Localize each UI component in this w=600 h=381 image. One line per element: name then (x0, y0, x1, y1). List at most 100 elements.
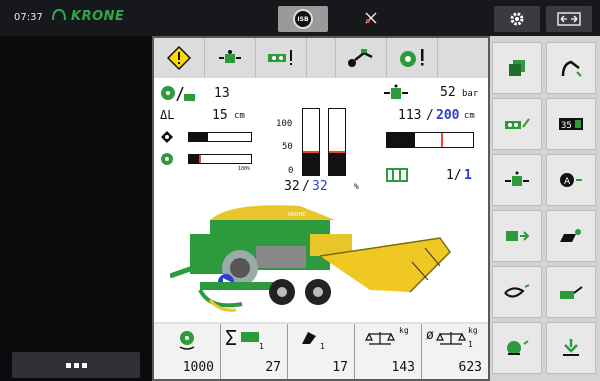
gear-icon (510, 12, 524, 26)
isb-icon: ISB (293, 9, 313, 29)
gauge-tick-50: 50 (282, 142, 293, 152)
reset-bale-icon (179, 331, 195, 350)
fill-unit: % (354, 182, 359, 191)
left-panel (0, 36, 152, 381)
length-target-unit: cm (464, 111, 475, 121)
length-unit: cm (234, 111, 245, 121)
bale-count-value: 13 (214, 86, 230, 101)
chute-button[interactable] (546, 266, 596, 318)
status-icon-row (154, 38, 488, 78)
knife-icon (561, 60, 582, 77)
bale-stack-button[interactable] (492, 42, 542, 94)
bale-eject-icon (506, 231, 530, 241)
bar-scale-label: 100% (238, 166, 251, 172)
gauge-tick-0: 0 (288, 166, 294, 176)
length-actual: 113 (398, 108, 422, 123)
right-button-panel: 35 A (490, 36, 600, 381)
fill-gauge-left (302, 108, 320, 176)
sensor-status-cell[interactable] (205, 38, 257, 78)
knotter-warning-cell[interactable] (256, 38, 308, 78)
knotter-settings-icon: A (560, 173, 582, 187)
isb-button[interactable]: ISB (278, 6, 328, 32)
knotter-icon (386, 168, 408, 182)
knotter-total: 1 (464, 168, 472, 183)
sum-sub: 1 (259, 342, 264, 351)
swap-arrows-icon (557, 12, 581, 26)
pickup-button[interactable] (492, 266, 542, 318)
avg-weight-unit: kg (468, 326, 478, 335)
cut-icon (302, 332, 316, 344)
hitch-cell[interactable] (336, 38, 387, 78)
delta-length-icon: ΔL (160, 108, 175, 122)
pressure-value: 52 (440, 85, 456, 100)
bale-eject-button[interactable] (492, 210, 542, 262)
length-value: 15 (212, 108, 228, 123)
screen-switch-button[interactable] (546, 6, 592, 32)
scale-icon (365, 332, 395, 345)
tension-icon (161, 131, 173, 143)
hitch-icon (347, 49, 373, 67)
counter-row: 1000 Σ 1 27 1 17 kg 143 ø kg 1 623 (154, 322, 488, 379)
counter-cut-value: 17 (332, 360, 348, 375)
gauge-tick-100: 100 (276, 119, 293, 129)
mute-icon[interactable] (360, 7, 382, 29)
sensor-icon (563, 339, 579, 356)
pickup-icon (504, 284, 530, 298)
rotor-warning-cell[interactable] (387, 38, 438, 78)
knotter-warning-icon (268, 50, 293, 65)
lubrication-icon (560, 229, 581, 242)
svg-text:A: A (564, 177, 571, 187)
avg-weight-sub: 1 (468, 340, 473, 349)
pressure-settings-icon (505, 171, 529, 186)
warning-icon (167, 46, 192, 70)
counter-total-bales[interactable]: 1000 (154, 324, 221, 379)
warning-cell[interactable] (154, 38, 206, 78)
counter-settings-button[interactable]: 35 (546, 98, 596, 150)
tension-bar (188, 132, 252, 142)
lubrication-button[interactable] (546, 210, 596, 262)
pressure-icon (384, 84, 408, 99)
top-bar: 07:37 KRONE ISB (0, 0, 600, 36)
rotor-load-icon (161, 153, 173, 165)
counter-total-value: 1000 (182, 360, 214, 375)
fill-target: 32 (312, 179, 328, 194)
rotor-button[interactable] (492, 322, 542, 374)
bale-count-icon (161, 86, 195, 102)
knotter-settings-button[interactable]: A (546, 154, 596, 206)
bale-length-bar (386, 132, 474, 148)
svg-text:35: 35 (561, 121, 572, 131)
fill-actual: 32 (284, 179, 300, 194)
blank-cell (438, 38, 488, 78)
counter-sum-value: 27 (265, 360, 281, 375)
pressure-settings-button[interactable] (492, 154, 542, 206)
diameter-icon: ø (426, 328, 434, 343)
sum-icon: Σ (225, 326, 238, 350)
counter-avg-weight-value: 623 (458, 360, 482, 375)
length-target: 200 (436, 108, 460, 123)
counter-cut-bales[interactable]: 1 17 (288, 324, 355, 379)
krone-logo: KRONE (52, 8, 124, 24)
baler-settings-icon (505, 118, 530, 129)
svg-text:KRONE: KRONE (288, 212, 306, 218)
knotter-count: 1/ (446, 168, 462, 183)
pressure-unit: bar (462, 89, 479, 99)
cut-sub: 1 (320, 342, 325, 351)
baler-settings-button[interactable] (492, 98, 542, 150)
avg-scale-icon (436, 332, 466, 345)
settings-button[interactable] (494, 6, 540, 32)
counter-weight-value: 143 (391, 360, 415, 375)
bale-stack-icon (509, 60, 525, 76)
knife-button[interactable] (546, 42, 596, 94)
fill-gauge-right (328, 108, 346, 176)
empty-cell (307, 38, 336, 78)
baler-illustration: KRONE (170, 205, 451, 312)
weight-unit: kg (399, 326, 409, 335)
clock: 07:37 (14, 12, 43, 23)
sensor-button[interactable] (546, 322, 596, 374)
counter-sum-bales[interactable]: Σ 1 27 (221, 324, 288, 379)
counter-icon: 35 (559, 118, 583, 131)
rotor-icon (507, 340, 529, 355)
counter-weight[interactable]: kg 143 (355, 324, 422, 379)
menu-button[interactable] (12, 352, 140, 378)
counter-avg-weight[interactable]: ø kg 1 623 (422, 324, 488, 379)
